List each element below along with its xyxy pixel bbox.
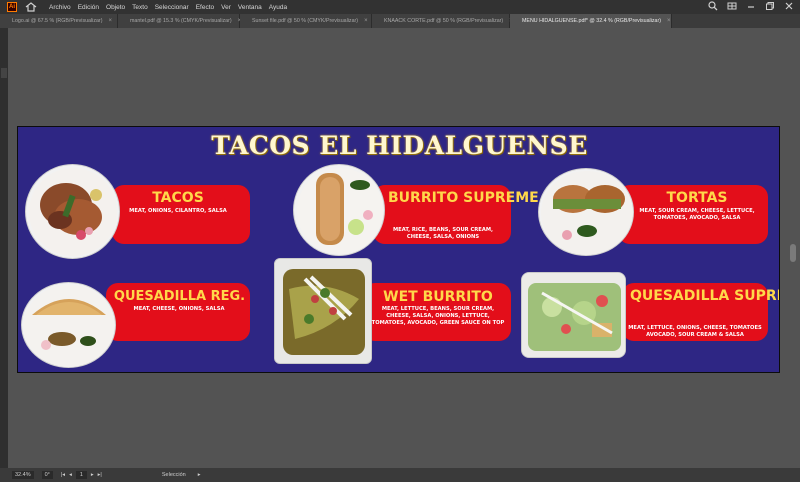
item-desc-tacos: MEAT, ONIONS, CILANTRO, SALSA (129, 208, 227, 214)
prev-artboard-button[interactable]: ◂ (69, 472, 72, 478)
menu-texto[interactable]: Texto (132, 4, 148, 11)
tab-knaack[interactable]: KNAACK CORTE.pdf @ 50 % (RGB/Previsualiz… (372, 14, 513, 28)
artboard-number-field[interactable]: 1 (75, 471, 87, 479)
home-icon[interactable] (25, 2, 37, 12)
photo-quesadilla-reg (21, 282, 116, 368)
status-menu-arrow[interactable]: ▸ (198, 472, 201, 478)
tab-mantel[interactable]: mantel.pdf @ 15.3 % (CMYK/Previsualizar)… (118, 14, 241, 28)
menu-seleccionar[interactable]: Seleccionar (155, 4, 189, 11)
window-controls (708, 1, 794, 11)
zoom-level-field[interactable]: 32.4% (12, 471, 34, 479)
tab-label: Sunset file.pdf @ 50 % (CMYK/Previsualiz… (252, 18, 359, 24)
next-artboard-button[interactable]: ▸ (91, 472, 94, 478)
item-desc-wet-burrito: MEAT, LETTUCE, BEANS, SOUR CREAM, CHEESE… (371, 306, 505, 327)
tools-panel (0, 28, 8, 468)
menu-ventana[interactable]: Ventana (238, 4, 262, 11)
vertical-scrollbar[interactable] (788, 28, 796, 468)
photo-wet-burrito (274, 258, 372, 364)
workspace-icon[interactable] (727, 1, 737, 11)
restore-icon[interactable] (765, 1, 775, 11)
first-artboard-button[interactable]: |◂ (61, 472, 65, 478)
app-logo: Ai (7, 2, 17, 12)
artboard[interactable]: TACOS EL HIDALGUENSE TACOS MEAT, ONIONS,… (17, 126, 780, 373)
menu-objeto[interactable]: Objeto (106, 4, 125, 11)
close-icon[interactable] (784, 1, 794, 11)
tab-label: KNAACK CORTE.pdf @ 50 % (RGB/Previsualiz… (384, 18, 504, 24)
item-name-quesadilla-supreme: QUESADILLA SUPREME (630, 288, 779, 304)
item-name-tortas: TORTAS (666, 190, 728, 206)
item-name-wet-burrito: WET BURRITO (383, 289, 493, 305)
illustrator-window: Ai Archivo Edición Objeto Texto Seleccio… (0, 0, 800, 482)
tab-sunset[interactable]: Sunset file.pdf @ 50 % (CMYK/Previsualiz… (240, 14, 372, 28)
document-tabs: Logo.ai @ 67.5 % (RGB/Previsualizar) × m… (0, 14, 800, 28)
tab-close-icon[interactable]: × (667, 18, 671, 24)
scroll-thumb[interactable] (790, 244, 796, 262)
minimize-icon[interactable] (746, 1, 756, 11)
artboard-navigator: |◂ ◂ 1 ▸ ▸| (61, 471, 102, 479)
menu-ayuda[interactable]: Ayuda (269, 4, 287, 11)
item-name-tacos: TACOS (152, 190, 204, 206)
menu-efecto[interactable]: Efecto (196, 4, 214, 11)
item-name-quesadilla-reg: QUESADILLA REG. (113, 289, 246, 304)
photo-burrito-supreme (293, 164, 385, 256)
tab-label: MENU HIDALGUENSE.pdf* @ 32.4 % (RGB/Prev… (522, 18, 662, 24)
rotation-field[interactable]: 0° (41, 471, 53, 479)
photo-quesadilla-supreme (521, 272, 626, 358)
current-tool-label: Selección (161, 472, 186, 478)
tab-label: mantel.pdf @ 15.3 % (CMYK/Previsualizar) (130, 18, 232, 24)
menu-edicion[interactable]: Edición (78, 4, 99, 11)
item-desc-tortas: MEAT, SOUR CREAM, CHEESE, LETTUCE, TOMAT… (639, 208, 755, 222)
menu-title: TACOS EL HIDALGUENSE (211, 131, 588, 160)
photo-tortas (538, 168, 634, 256)
menu-ver[interactable]: Ver (221, 4, 231, 11)
status-bar: 32.4% 0° |◂ ◂ 1 ▸ ▸| Selección ▸ (0, 468, 800, 482)
item-name-burrito-supreme: BURRITO SUPREME (388, 190, 539, 206)
item-desc-quesadilla-reg: MEAT, CHEESE, ONIONS, SALSA (133, 306, 225, 312)
item-desc-quesadilla-supreme: MEAT, LETTUCE, ONIONS, CHEESE, TOMATOES … (628, 325, 762, 339)
tab-logo[interactable]: Logo.ai @ 67.5 % (RGB/Previsualizar) × (0, 14, 118, 28)
menu-archivo[interactable]: Archivo (49, 4, 71, 11)
menu-items: Archivo Edición Objeto Texto Seleccionar… (49, 4, 287, 11)
item-desc-burrito-supreme: MEAT, RICE, BEANS, SOUR CREAM, CHEESE, S… (393, 227, 493, 241)
tab-label: Logo.ai @ 67.5 % (RGB/Previsualizar) (12, 18, 103, 24)
menu-bar: Ai Archivo Edición Objeto Texto Seleccio… (0, 0, 800, 14)
search-icon[interactable] (708, 1, 718, 11)
tab-close-icon[interactable]: × (364, 18, 368, 24)
tab-menu-hidalguense[interactable]: MENU HIDALGUENSE.pdf* @ 32.4 % (RGB/Prev… (510, 14, 672, 28)
photo-tacos (25, 164, 120, 259)
tab-close-icon[interactable]: × (108, 18, 112, 24)
tools-collapse-handle[interactable] (1, 68, 7, 78)
last-artboard-button[interactable]: ▸| (98, 472, 102, 478)
